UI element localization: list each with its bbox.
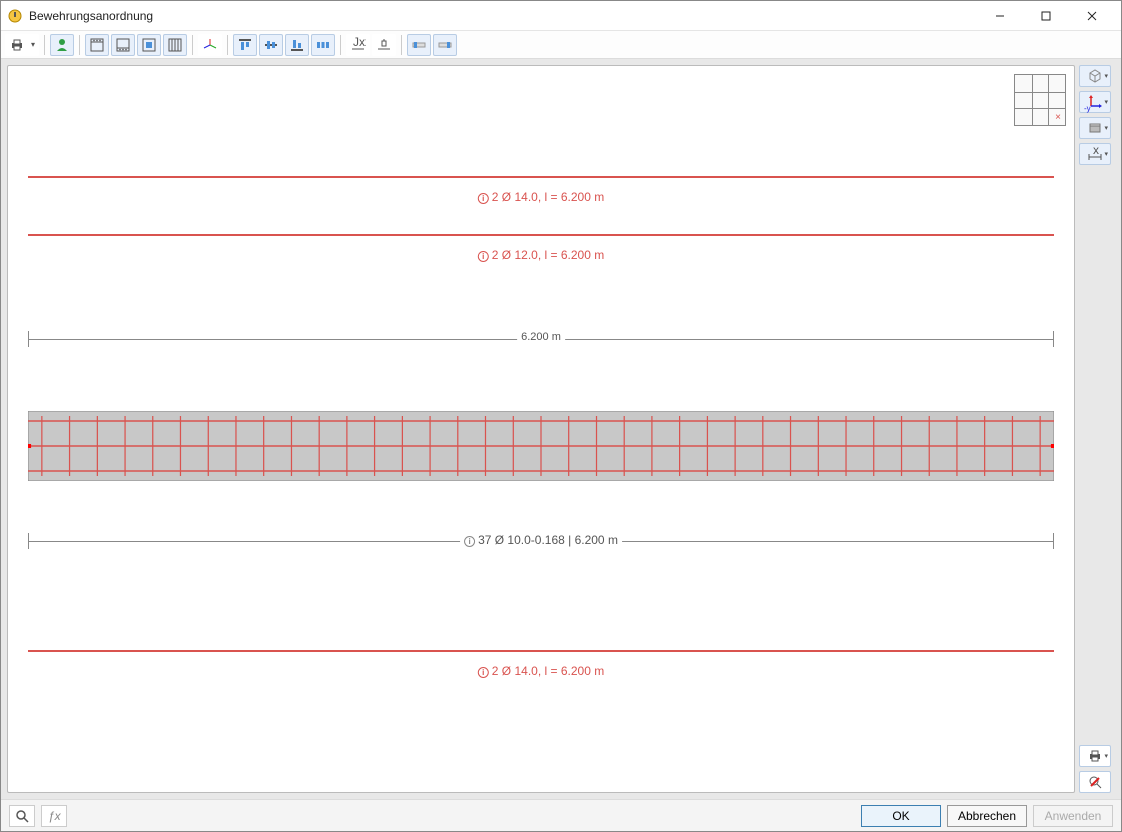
display-mode-dropdown[interactable]: ▾	[1079, 117, 1111, 139]
axis-view-dropdown[interactable]: -y ▾	[1079, 91, 1111, 113]
rebar-label-top1: i2 Ø 14.0, l = 6.200 m	[478, 190, 604, 204]
layout-bottom-icon[interactable]	[111, 34, 135, 56]
toolbar: ▾ Jxx	[1, 31, 1121, 59]
close-button[interactable]	[1069, 1, 1115, 31]
cancel-button[interactable]: Abbrechen	[947, 805, 1027, 827]
rebar-label-top2: i2 Ø 12.0, l = 6.200 m	[478, 248, 604, 262]
help-search-button[interactable]	[9, 805, 35, 827]
distribute-icon[interactable]	[311, 34, 335, 56]
view-3d-dropdown[interactable]: ▾	[1079, 65, 1111, 87]
person-icon-button[interactable]	[50, 34, 74, 56]
align-top-icon[interactable]	[233, 34, 257, 56]
dimension-dropdown[interactable]: x ▾	[1079, 143, 1111, 165]
svg-text:Jxx: Jxx	[353, 37, 366, 49]
rebar-label-bottom1: i2 Ø 14.0, l = 6.200 m	[478, 664, 604, 678]
dimension-top: 6.200 m	[28, 324, 1054, 342]
dimension-stirrups-text: i37 Ø 10.0-0.168 | 6.200 m	[460, 533, 622, 547]
svg-text:x: x	[1093, 147, 1099, 157]
align-middle-icon[interactable]	[259, 34, 283, 56]
function-icon-button[interactable]: ƒx	[41, 805, 67, 827]
main-area: × i2 Ø 14.0, l = 6.200 m i2 Ø 12.0, l = …	[1, 59, 1121, 799]
drawing-canvas[interactable]: × i2 Ø 14.0, l = 6.200 m i2 Ø 12.0, l = …	[7, 65, 1075, 793]
axis-marker: ×	[1055, 112, 1061, 123]
minimize-button[interactable]	[977, 1, 1023, 31]
slider-left-icon[interactable]	[407, 34, 431, 56]
rebar-line-top2	[28, 234, 1054, 236]
titlebar: Bewehrungsanordnung	[1, 1, 1121, 31]
layout-columns-icon[interactable]	[163, 34, 187, 56]
beam-stirrups	[28, 411, 1054, 481]
window-title: Bewehrungsanordnung	[29, 9, 977, 23]
maximize-button[interactable]	[1023, 1, 1069, 31]
dimension-stirrups: i37 Ø 10.0-0.168 | 6.200 m	[28, 526, 1054, 544]
navigation-cube[interactable]: ×	[1014, 74, 1066, 126]
slider-right-icon[interactable]	[433, 34, 457, 56]
right-sidebar: ▾ -y ▾ ▾ x ▾ ▾	[1079, 65, 1115, 793]
shift-icon[interactable]	[372, 34, 396, 56]
statusbar: ƒx OK Abbrechen Anwenden	[1, 799, 1121, 831]
layout-center-icon[interactable]	[137, 34, 161, 56]
print-view-dropdown[interactable]: ▾	[1079, 745, 1111, 767]
app-icon	[7, 8, 23, 24]
ok-button[interactable]: OK	[861, 805, 941, 827]
rebar-line-top1	[28, 176, 1054, 178]
axes-icon[interactable]	[198, 34, 222, 56]
svg-text:ƒx: ƒx	[48, 809, 61, 823]
xx-label-icon[interactable]: Jxx	[346, 34, 370, 56]
print-dropdown[interactable]: ▾	[5, 34, 39, 56]
rebar-line-bottom1	[28, 650, 1054, 652]
cancel-search-icon[interactable]	[1079, 771, 1111, 793]
align-bottom-icon[interactable]	[285, 34, 309, 56]
dimension-top-text: 6.200 m	[517, 331, 565, 343]
layout-top-icon[interactable]	[85, 34, 109, 56]
apply-button[interactable]: Anwenden	[1033, 805, 1113, 827]
